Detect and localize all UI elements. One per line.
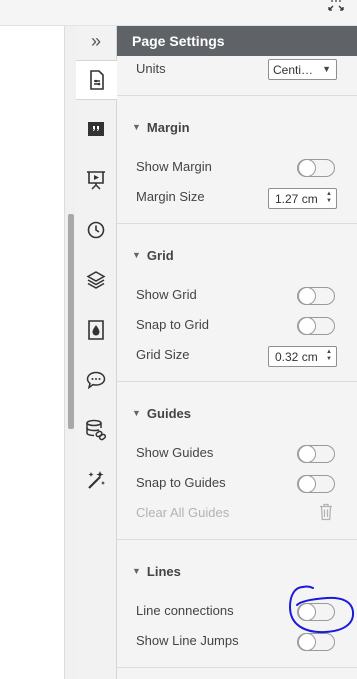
page-settings-panel: Page Settings Units Centi… ▼ ▼ Margin Sho… xyxy=(117,26,357,679)
grid-size-label: Grid Size xyxy=(136,347,190,362)
rail-presentation-button[interactable] xyxy=(76,160,116,200)
quote-icon xyxy=(88,122,104,136)
guides-section-header[interactable]: ▼ Guides xyxy=(132,406,191,421)
toggle-knob xyxy=(298,317,316,335)
grid-size-stepper[interactable]: 0.32 cm ▲ ▼ xyxy=(268,346,337,367)
guides-title: Guides xyxy=(146,406,191,421)
vertical-scrollbar[interactable] xyxy=(64,26,76,679)
rail-theme-button[interactable] xyxy=(76,310,116,350)
show-margin-toggle[interactable] xyxy=(297,159,335,177)
data-link-icon xyxy=(86,419,107,441)
history-clock-icon xyxy=(87,221,105,239)
layers-icon xyxy=(86,271,106,289)
show-grid-toggle[interactable] xyxy=(297,287,335,305)
grid-section: ▼ Grid Show Grid Snap to Grid Grid Size 0… xyxy=(117,224,357,382)
trash-icon[interactable] xyxy=(319,503,333,521)
scrollbar-thumb[interactable] xyxy=(68,214,74,429)
collapse-panel-button[interactable]: » xyxy=(76,26,116,56)
caret-down-icon: ▼ xyxy=(132,566,141,576)
caret-down-icon: ▼ xyxy=(132,122,141,132)
theme-drop-icon xyxy=(88,320,104,340)
rail-history-button[interactable] xyxy=(76,210,116,250)
margin-size-value: 1.27 cm xyxy=(275,192,318,206)
stepper-arrows-icon[interactable]: ▲ ▼ xyxy=(326,191,332,205)
snap-to-guides-label: Snap to Guides xyxy=(136,475,226,490)
clear-all-guides-link[interactable]: Clear All Guides xyxy=(136,505,229,520)
comment-icon xyxy=(86,371,106,389)
units-select[interactable]: Centi… ▼ xyxy=(268,59,337,80)
rail-data-button[interactable] xyxy=(76,410,116,450)
show-guides-toggle[interactable] xyxy=(297,445,335,463)
show-guides-label: Show Guides xyxy=(136,445,214,460)
toggle-knob xyxy=(298,603,316,621)
show-line-jumps-label: Show Line Jumps xyxy=(136,633,239,648)
grid-section-header[interactable]: ▼ Grid xyxy=(132,248,174,263)
grid-title: Grid xyxy=(146,248,174,263)
caret-down-icon: ▼ xyxy=(132,408,141,418)
margin-size-label: Margin Size xyxy=(136,189,205,204)
show-margin-label: Show Margin xyxy=(136,159,212,174)
toggle-knob xyxy=(298,287,316,305)
line-connections-label: Line connections xyxy=(136,603,234,618)
toggle-knob xyxy=(298,633,316,651)
panel-title: Page Settings xyxy=(117,26,357,56)
margin-section: ▼ Margin Show Margin Margin Size 1.27 cm … xyxy=(117,96,357,224)
rail-magic-button[interactable] xyxy=(76,460,116,500)
rail-page-settings-button[interactable] xyxy=(76,60,117,100)
page-settings-icon xyxy=(89,70,104,90)
toggle-knob xyxy=(298,159,316,177)
units-section: Units Centi… ▼ xyxy=(117,56,357,96)
show-line-jumps-toggle[interactable] xyxy=(297,633,335,651)
line-connections-toggle[interactable] xyxy=(297,603,335,621)
top-toolbar xyxy=(0,0,357,26)
icon-rail: » xyxy=(76,26,117,679)
margin-size-stepper[interactable]: 1.27 cm ▲ ▼ xyxy=(268,188,337,209)
double-chevron-icon: » xyxy=(90,30,101,51)
margin-section-header[interactable]: ▼ Margin xyxy=(132,120,190,135)
snap-to-guides-toggle[interactable] xyxy=(297,475,335,493)
lines-section: ▼ Lines Line connections Show Line Jumps xyxy=(117,540,357,668)
rail-layers-button[interactable] xyxy=(76,260,116,300)
stepper-arrows-icon[interactable]: ▲ ▼ xyxy=(326,349,332,363)
guides-section: ▼ Guides Show Guides Snap to Guides Clear… xyxy=(117,382,357,540)
units-value: Centi… xyxy=(273,63,314,77)
chevron-down-icon: ▼ xyxy=(322,64,331,74)
rail-comments-button[interactable] xyxy=(76,360,116,400)
toggle-knob xyxy=(298,445,316,463)
margin-title: Margin xyxy=(146,120,190,135)
presentation-icon xyxy=(87,171,105,190)
snap-to-grid-toggle[interactable] xyxy=(297,317,335,335)
magic-wand-icon xyxy=(88,471,105,489)
units-label: Units xyxy=(136,61,166,76)
grid-size-value: 0.32 cm xyxy=(275,350,318,364)
rail-quote-button[interactable] xyxy=(76,110,116,150)
fit-page-icon[interactable] xyxy=(326,0,346,14)
lines-title: Lines xyxy=(146,564,181,579)
toggle-knob xyxy=(298,475,316,493)
snap-to-grid-label: Snap to Grid xyxy=(136,317,209,332)
document-canvas[interactable] xyxy=(0,26,64,679)
lines-section-header[interactable]: ▼ Lines xyxy=(132,564,181,579)
caret-down-icon: ▼ xyxy=(132,250,141,260)
show-grid-label: Show Grid xyxy=(136,287,197,302)
